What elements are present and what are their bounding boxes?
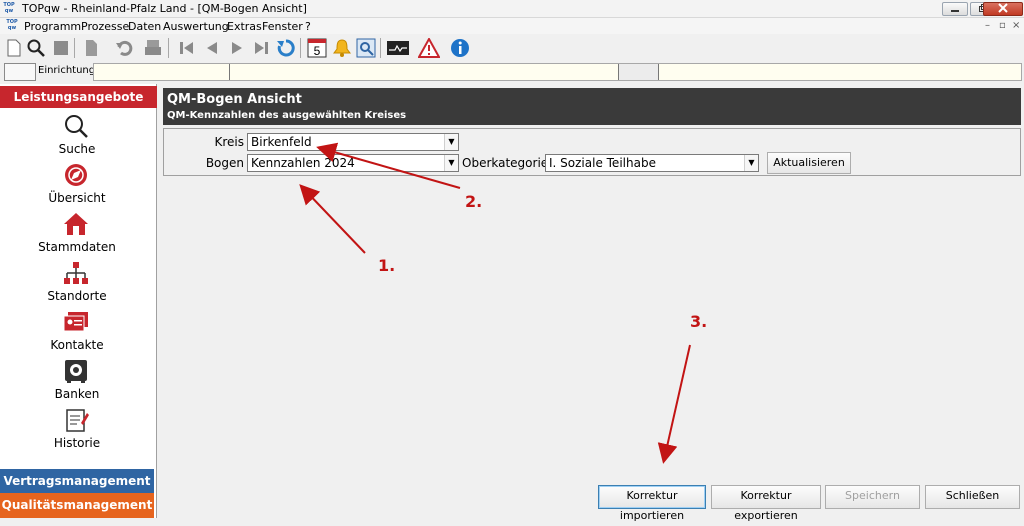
annotation-overlay	[299, 142, 691, 464]
annotation-label-1: 1.	[378, 256, 396, 275]
annotation-arrow-2	[316, 142, 461, 189]
annotation-arrow-3	[657, 344, 691, 464]
annotation-label-2: 2.	[465, 192, 483, 211]
annotation-label-3: 3.	[690, 312, 708, 331]
annotation-arrow-1	[299, 184, 366, 254]
